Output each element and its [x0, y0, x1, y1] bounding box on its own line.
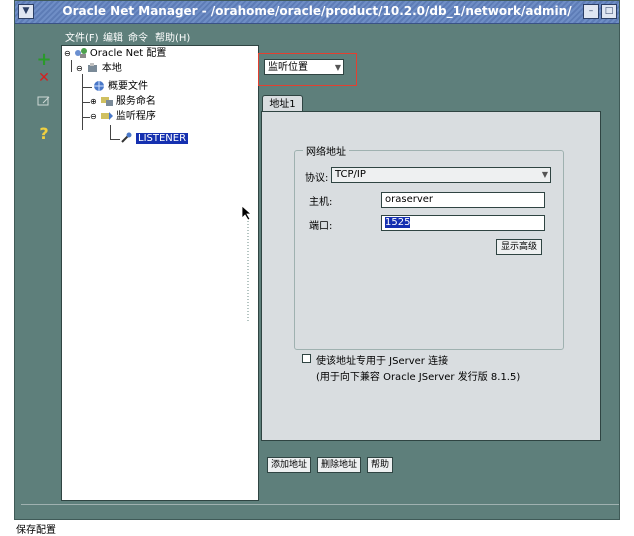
- port-label: 端口:: [309, 221, 333, 232]
- maximize-icon[interactable]: □: [601, 4, 617, 19]
- tree-profile-label: 概要文件: [108, 81, 148, 92]
- status-text: 保存配置: [16, 525, 56, 536]
- tree-naming[interactable]: ⊕ 服务命名: [90, 95, 156, 109]
- address-panel: 网络地址 协议: TCP/IP ▼ 主机: oraserver 端口: 1525…: [261, 111, 601, 441]
- network-config-icon: [74, 47, 88, 59]
- tree-listeners-label: 监听程序: [115, 111, 156, 122]
- advanced-button[interactable]: 显示高级: [496, 239, 542, 255]
- delete-address-button[interactable]: 删除地址: [317, 457, 361, 473]
- delete-icon[interactable]: ✕: [34, 68, 54, 88]
- help-icon[interactable]: ?: [34, 124, 54, 144]
- tree-naming-label: 服务命名: [115, 96, 156, 107]
- port-input[interactable]: 1525: [381, 215, 545, 231]
- navigator-tree[interactable]: ⊖ Oracle Net 配置 ⊖ 本地 概要文件 ⊕ 服务命名 ⊖ 监听程序 …: [61, 45, 259, 501]
- protocol-label: 协议:: [305, 173, 329, 184]
- help-button[interactable]: 帮助: [367, 457, 393, 473]
- menu-command[interactable]: 命令: [128, 29, 148, 44]
- protocol-value: TCP/IP: [335, 169, 366, 180]
- highlight-outline: [258, 53, 357, 86]
- protocol-select[interactable]: TCP/IP ▼: [331, 167, 551, 183]
- jserver-checkbox-label: 使该地址专用于 JServer 连接: [316, 356, 449, 367]
- title-bar: ▼ Oracle Net Manager - /orahome/oracle/p…: [15, 1, 619, 24]
- listener-icon: [120, 132, 134, 144]
- tree-root-label: Oracle Net 配置: [89, 48, 167, 59]
- tree-listener-label: LISTENER: [136, 133, 189, 144]
- bottom-divider: [21, 504, 619, 519]
- host-input[interactable]: oraserver: [381, 192, 545, 208]
- tree-local-label: 本地: [101, 63, 122, 74]
- jserver-checkbox[interactable]: [302, 354, 311, 363]
- menu-edit[interactable]: 编辑: [103, 29, 123, 44]
- network-address-group: 网络地址 协议: TCP/IP ▼ 主机: oraserver 端口: 1525…: [294, 143, 564, 350]
- local-icon: [86, 62, 100, 74]
- vertical-toolbar: + ✕ ?: [30, 46, 58, 156]
- chevron-down-icon: ▼: [541, 170, 548, 179]
- tree-profile[interactable]: 概要文件: [92, 80, 148, 94]
- group-title: 网络地址: [303, 143, 349, 158]
- tree-listeners[interactable]: ⊖ 监听程序: [90, 110, 156, 124]
- menu-bar: 文件(F) 编辑 命令 帮助(H): [15, 24, 619, 44]
- tree-listener-item[interactable]: LISTENER: [120, 132, 189, 146]
- add-icon[interactable]: +: [34, 50, 54, 70]
- listeners-icon: [100, 110, 114, 122]
- minimize-icon[interactable]: –: [583, 4, 599, 19]
- window-title: Oracle Net Manager - /orahome/oracle/pro…: [62, 4, 572, 18]
- profile-icon: [92, 80, 106, 92]
- rename-icon[interactable]: [34, 94, 54, 114]
- tree-local[interactable]: ⊖ 本地: [76, 62, 122, 76]
- naming-icon: [100, 95, 114, 107]
- menu-help[interactable]: 帮助(H): [155, 29, 190, 44]
- mouse-cursor-icon: [241, 205, 253, 221]
- tree-root[interactable]: ⊖ Oracle Net 配置: [64, 47, 166, 61]
- app-window: ▼ Oracle Net Manager - /orahome/oracle/p…: [14, 0, 620, 520]
- host-label: 主机:: [309, 197, 333, 208]
- add-address-button[interactable]: 添加地址: [267, 457, 311, 473]
- jserver-note: (用于向下兼容 Oracle JServer 发行版 8.1.5): [316, 372, 521, 383]
- splitter-handle[interactable]: [247, 221, 249, 321]
- port-value: 1525: [385, 217, 411, 228]
- menu-file[interactable]: 文件(F): [65, 29, 99, 44]
